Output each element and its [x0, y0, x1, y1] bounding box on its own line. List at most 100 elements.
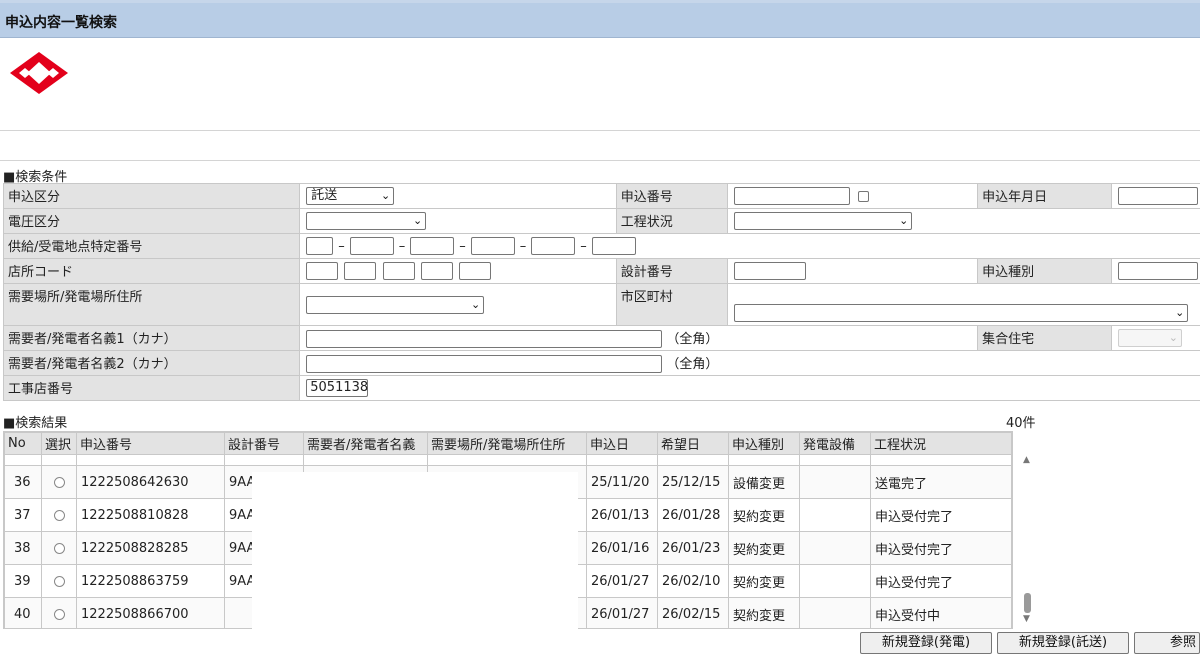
application-number-cell[interactable]: 1222508810828	[76, 498, 225, 532]
supply-point-number-input-5[interactable]	[531, 237, 576, 255]
new-registration-consignment-button[interactable]: 新規登録(託送)	[997, 632, 1129, 654]
wish-date-cell: 26/01/28	[657, 498, 729, 532]
contractor-number-input[interactable]: 5051138	[306, 379, 369, 397]
application-number-checkbox[interactable]	[858, 190, 870, 202]
store-code-input-4[interactable]	[420, 262, 453, 280]
application-type-select[interactable]: 託送 ⌄	[306, 187, 395, 205]
store-code-input-1[interactable]	[306, 262, 339, 280]
process-status-cell: 申込受付完了	[870, 531, 1012, 565]
application-date-label: 申込年月日	[977, 183, 1112, 209]
site-address-select[interactable]: ⌄	[306, 295, 485, 314]
company-logo-icon	[10, 52, 68, 94]
application-date-input[interactable]	[1117, 187, 1198, 205]
application-kind-label: 申込種別	[977, 258, 1112, 284]
facility-cell	[799, 597, 871, 628]
customer-name2-input[interactable]	[306, 355, 663, 374]
column-header[interactable]: 需要場所/発電場所住所	[427, 432, 587, 455]
application-date-cell: 26/01/13	[586, 498, 658, 532]
housing-complex-select[interactable]: ⌄	[1117, 329, 1182, 347]
wish-date-cell: 26/02/15	[657, 597, 729, 628]
divider	[0, 130, 1200, 131]
row-number: 39	[4, 564, 42, 598]
application-date-cell: 26/01/16	[586, 531, 658, 565]
process-status-select[interactable]: ⌄	[734, 212, 913, 230]
supply-point-number-input-1[interactable]	[306, 237, 334, 255]
row-select-radio[interactable]	[54, 575, 65, 587]
wish-date-cell: 26/02/10	[657, 564, 729, 598]
full-width-note: （全角）	[666, 356, 719, 372]
process-status-label: 工程状況	[615, 208, 729, 234]
supply-point-number-input-2[interactable]	[349, 237, 394, 255]
column-header[interactable]: 発電設備	[799, 432, 871, 455]
customer-name1-input[interactable]	[306, 330, 663, 349]
voltage-type-select[interactable]: ⌄	[306, 212, 427, 230]
application-number-cell[interactable]: 1222508863759	[76, 564, 225, 598]
process-status-cell: 申込受付完了	[870, 498, 1012, 532]
wish-date-cell: 26/01/23	[657, 531, 729, 565]
row-select-radio[interactable]	[54, 509, 65, 521]
application-kind-cell: 設備変更	[728, 465, 800, 499]
column-header[interactable]: 設計番号	[224, 432, 304, 455]
design-number-label: 設計番号	[615, 258, 729, 284]
separator-dash: –	[338, 238, 345, 254]
scroll-down-arrow-icon[interactable]: ▼	[1023, 614, 1030, 624]
application-number-label: 申込番号	[615, 183, 729, 209]
application-kind-cell: 契約変更	[728, 531, 800, 565]
process-status-cell: 送電完了	[870, 465, 1012, 499]
page-title: 申込内容一覧検索	[5, 15, 117, 31]
application-date-cell: 26/01/27	[586, 564, 658, 598]
column-header[interactable]: No	[4, 432, 42, 455]
table-row	[4, 454, 1012, 466]
housing-complex-label: 集合住宅	[977, 325, 1112, 351]
application-number-input[interactable]	[734, 187, 851, 205]
scroll-up-arrow-icon[interactable]: ▲	[1023, 455, 1030, 465]
application-date-cell: 26/01/27	[586, 597, 658, 628]
supply-point-number-input-3[interactable]	[410, 237, 455, 255]
store-code-input-3[interactable]	[382, 262, 415, 280]
separator-dash: –	[519, 238, 527, 254]
result-count: 40件	[1006, 416, 1036, 431]
column-header[interactable]: 選択	[41, 432, 77, 455]
column-header[interactable]: 希望日	[657, 432, 729, 455]
chevron-down-icon: ⌄	[381, 189, 391, 202]
store-code-input-5[interactable]	[458, 262, 491, 280]
store-code-label: 店所コード	[2, 258, 301, 284]
process-status-cell: 申込受付中	[870, 597, 1012, 628]
city-label: 市区町村	[615, 283, 729, 326]
design-number-input[interactable]	[734, 262, 807, 280]
row-select-radio[interactable]	[54, 542, 65, 554]
chevron-down-icon: ⌄	[471, 297, 481, 311]
application-number-cell[interactable]: 1222508866700	[76, 597, 225, 628]
reference-button[interactable]: 参照	[1134, 632, 1200, 654]
row-number: 37	[4, 498, 42, 532]
application-number-cell[interactable]: 1222508828285	[76, 531, 225, 565]
results-scrollbar[interactable]: ▲ ▼	[1014, 453, 1042, 629]
facility-cell	[799, 498, 871, 532]
scroll-thumb[interactable]	[1024, 593, 1031, 613]
full-width-note: （全角）	[666, 331, 719, 347]
separator-dash: –	[580, 238, 587, 254]
row-select-radio[interactable]	[54, 608, 65, 620]
city-select[interactable]: ⌄	[734, 304, 1189, 322]
column-header[interactable]: 申込日	[586, 432, 658, 455]
column-header[interactable]: 需要者/発電者名義	[303, 432, 428, 455]
chevron-down-icon: ⌄	[413, 214, 423, 227]
row-number: 40	[4, 597, 42, 628]
divider	[0, 160, 1200, 161]
column-header[interactable]: 申込番号	[76, 432, 225, 455]
column-header[interactable]: 申込種別	[728, 432, 800, 455]
column-header[interactable]: 工程状況	[870, 432, 1012, 455]
chevron-down-icon: ⌄	[1168, 331, 1178, 344]
application-kind-input[interactable]	[1117, 262, 1198, 280]
supply-point-number-input-4[interactable]	[470, 237, 515, 255]
search-conditions-table: 申込区分 託送 ⌄ 申込番号 申込年月日 電圧区分 ⌄ 工程状況 ⌄ 供給/受電地…	[2, 183, 1200, 401]
supply-point-number-input-6[interactable]	[591, 237, 636, 255]
facility-cell	[799, 531, 871, 565]
title-bar: 申込内容一覧検索	[0, 0, 1200, 38]
application-number-cell[interactable]: 1222508642630	[76, 465, 225, 499]
row-select-radio[interactable]	[54, 476, 65, 488]
facility-cell	[799, 465, 871, 499]
application-kind-cell: 契約変更	[728, 597, 800, 628]
new-registration-generation-button[interactable]: 新規登録(発電)	[860, 632, 992, 654]
store-code-input-2[interactable]	[344, 262, 377, 280]
